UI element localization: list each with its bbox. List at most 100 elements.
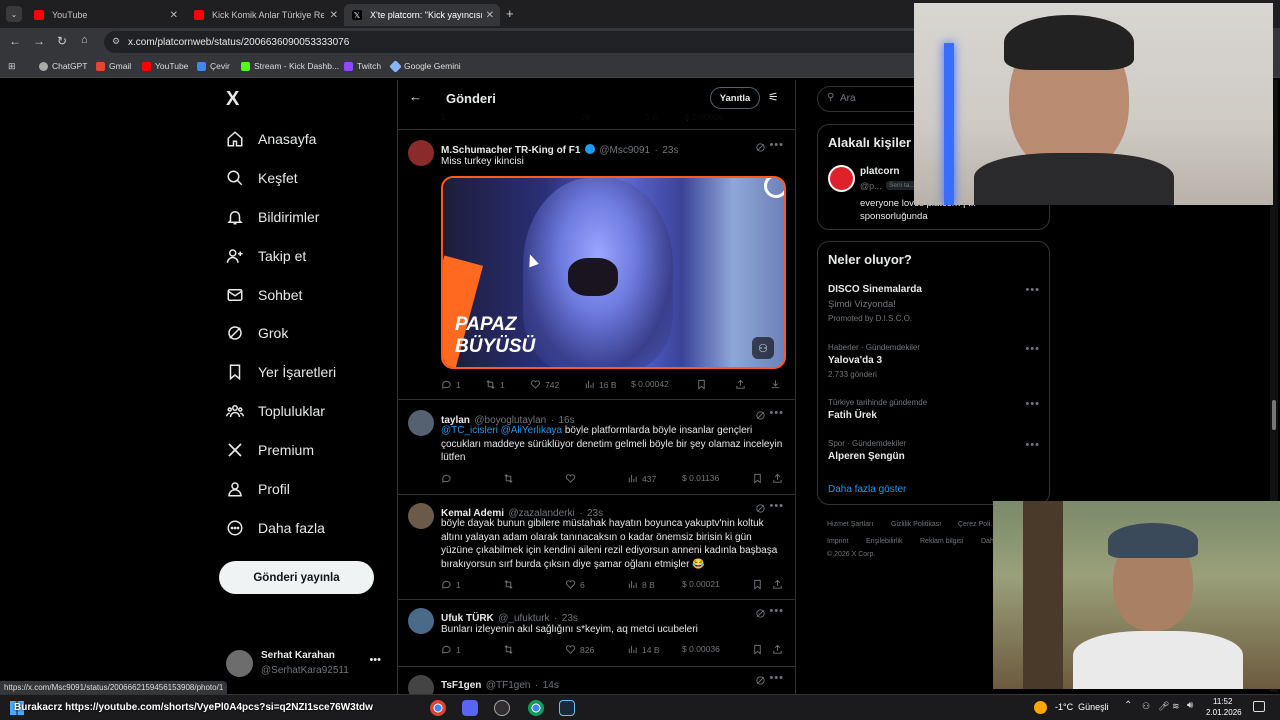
address-bar[interactable]: ⚙ x.com/platcornweb/status/2006636090053… <box>104 31 924 53</box>
bookmark-action[interactable] <box>696 379 711 390</box>
nav-chat[interactable]: Sohbet <box>226 281 302 309</box>
tab-search-button[interactable]: ⌄ <box>6 6 22 22</box>
share-action[interactable] <box>772 473 787 484</box>
network-icon[interactable]: ⚇ <box>1142 701 1150 712</box>
share-action[interactable] <box>772 644 787 655</box>
tweet-media[interactable]: PAPAZ BÜYÜSÜ ⚇ <box>441 176 786 369</box>
bookmark-twitch[interactable]: Twitch <box>344 61 381 71</box>
post-button[interactable]: Gönderi yayınla <box>219 561 374 594</box>
footer-ads-info[interactable]: Reklam bilgisi <box>920 538 963 545</box>
bookmark-youtube[interactable]: YouTube <box>142 61 188 71</box>
obs-icon[interactable] <box>494 700 510 716</box>
more-icon[interactable]: ••• <box>1025 398 1040 410</box>
wifi-icon[interactable]: ≋ <box>1172 701 1180 712</box>
nav-communities[interactable]: Topluluklar <box>226 397 325 425</box>
repost-action[interactable] <box>503 579 518 590</box>
more-icon[interactable]: ••• <box>1025 439 1040 451</box>
like-action[interactable]: 6 <box>565 579 585 590</box>
grok-icon[interactable] <box>755 675 766 686</box>
author-name[interactable]: TsF1gen <box>441 680 481 691</box>
more-icon[interactable]: ••• <box>769 407 784 419</box>
footer-imprint[interactable]: Imprint <box>827 538 848 545</box>
home-icon[interactable]: ⌂ <box>81 34 88 46</box>
person-name[interactable]: platcorn <box>860 166 899 177</box>
back-arrow-icon[interactable]: ← <box>409 89 422 104</box>
filter-icon[interactable]: ⚟ <box>768 90 779 104</box>
x-logo[interactable]: X <box>226 88 239 111</box>
avatar[interactable] <box>408 608 434 634</box>
share-action[interactable] <box>735 379 750 390</box>
nav-bookmarks[interactable]: Yer İşaretleri <box>226 358 336 386</box>
tip-action[interactable]: $ 0.01136 <box>682 473 719 483</box>
bookmark-action[interactable] <box>752 579 767 590</box>
mention-link[interactable]: @TC_icisleri @AliYerlikaya <box>441 425 562 436</box>
more-icon[interactable]: ••• <box>769 672 784 684</box>
tip-action[interactable]: $ 0.00021 <box>682 579 720 589</box>
tweet[interactable]: M.Schumacher TR-King of F1 @Msc9091 · 23… <box>398 130 795 400</box>
views-action[interactable]: 16 B <box>584 379 617 390</box>
close-icon[interactable]: ✕ <box>486 10 494 21</box>
grok-icon[interactable] <box>755 503 766 514</box>
repost-action[interactable] <box>503 644 518 655</box>
mic-icon[interactable]: 🎤︎ <box>1158 701 1169 712</box>
views-action[interactable]: 14 B <box>627 644 660 655</box>
bookmark-kick[interactable]: Stream - Kick Dashb... <box>241 61 339 71</box>
bookmark-gmail[interactable]: Gmail <box>96 61 131 71</box>
bookmark-chatgpt[interactable]: ChatGPT <box>39 61 87 71</box>
steam-icon[interactable] <box>559 700 575 716</box>
avatar[interactable] <box>408 410 434 436</box>
back-icon[interactable]: ← <box>9 34 21 48</box>
person-handle[interactable]: @p... <box>860 181 882 191</box>
nav-profile[interactable]: Profil <box>226 475 290 503</box>
scrollbar-thumb[interactable] <box>1272 400 1276 430</box>
more-icon[interactable]: ••• <box>1025 343 1040 355</box>
trend-item[interactable]: Spor · Gündemdekiler Alperen Şengün ••• <box>828 439 1040 462</box>
grok-icon[interactable] <box>755 142 766 153</box>
bookmark-action[interactable] <box>752 644 767 655</box>
site-info-icon[interactable]: ⚙ <box>112 36 120 47</box>
nav-premium[interactable]: Premium <box>226 436 314 464</box>
like-action[interactable]: 826 <box>565 644 594 655</box>
footer-accessibility[interactable]: Erişilebilirlik <box>866 538 903 545</box>
bookmark-action[interactable] <box>752 473 767 484</box>
bookmark-cevir[interactable]: Çevir <box>197 61 230 71</box>
reply-action[interactable]: 1 <box>441 644 461 655</box>
more-icon[interactable]: ••• <box>369 654 381 666</box>
chrome-icon[interactable] <box>430 700 446 716</box>
grok-image-icon[interactable]: ⚇ <box>752 337 774 359</box>
reply-action[interactable] <box>441 473 456 484</box>
forward-icon[interactable]: → <box>33 34 45 48</box>
views-action[interactable]: 437 <box>627 473 656 484</box>
more-icon[interactable]: ••• <box>1025 284 1040 296</box>
trend-item[interactable]: Türkiye tarihinde gündemde Fatih Ürek ••… <box>828 398 1040 421</box>
discord-icon[interactable] <box>462 700 478 716</box>
views-action[interactable]: 8 B <box>627 579 655 590</box>
download-action[interactable] <box>770 379 785 390</box>
tip-action[interactable]: $ 0.00036 <box>682 644 720 654</box>
tweet[interactable]: taylan @boyoglutaylan · 16s ••• @TC_icis… <box>398 400 795 495</box>
close-icon[interactable]: ✕ <box>170 10 178 21</box>
nav-explore[interactable]: Keşfet <box>226 164 298 192</box>
like-action[interactable]: 742 <box>530 379 559 390</box>
nav-home[interactable]: Anasayfa <box>226 125 316 153</box>
tray-chevron-icon[interactable]: ⌃ <box>1124 700 1132 711</box>
footer-privacy[interactable]: Gizlilik Politikası <box>891 521 941 528</box>
avatar[interactable] <box>408 503 434 529</box>
tip-action[interactable]: $ 0.00042 <box>631 379 669 389</box>
notification-icon[interactable] <box>1253 701 1265 712</box>
reply-button[interactable]: Yanıtla <box>710 87 760 109</box>
weather-text[interactable]: -1°C Güneşli <box>1055 702 1109 712</box>
close-icon[interactable]: ✕ <box>330 10 338 21</box>
grok-icon[interactable] <box>755 608 766 619</box>
reply-action[interactable]: 1 <box>441 579 461 590</box>
grok-icon[interactable] <box>755 410 766 421</box>
clock-time[interactable]: 11:52 <box>1213 697 1232 706</box>
apps-icon[interactable]: ⊞ <box>8 61 16 72</box>
share-action[interactable] <box>772 579 787 590</box>
nav-grok[interactable]: Grok <box>226 319 288 347</box>
tab-youtube[interactable]: YouTube ✕ <box>26 4 184 26</box>
avatar[interactable] <box>828 165 855 192</box>
more-icon[interactable]: ••• <box>769 139 784 151</box>
more-icon[interactable]: ••• <box>769 500 784 512</box>
more-icon[interactable]: ••• <box>769 605 784 617</box>
